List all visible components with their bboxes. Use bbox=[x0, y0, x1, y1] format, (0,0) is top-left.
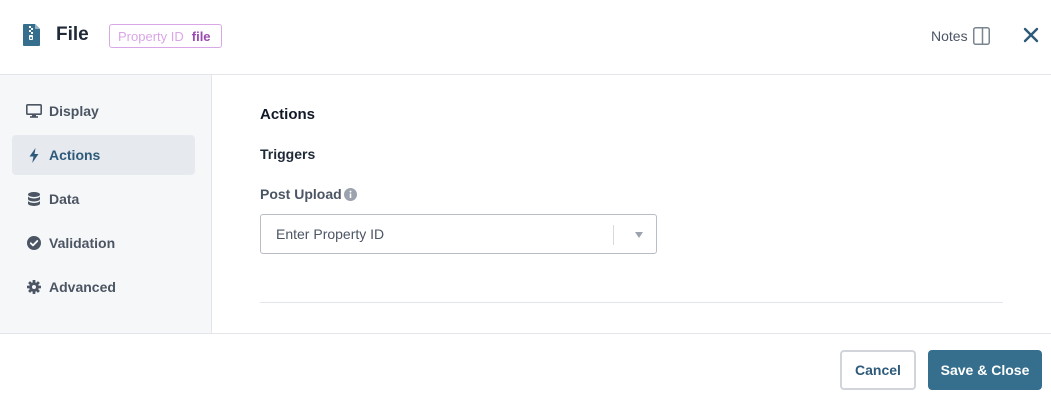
sidebar-item-data[interactable]: Data bbox=[12, 179, 195, 219]
section-divider bbox=[260, 302, 1003, 303]
chevron-down-icon[interactable] bbox=[635, 232, 643, 238]
info-icon[interactable] bbox=[344, 188, 357, 201]
database-icon bbox=[26, 191, 42, 207]
sidebar-item-actions[interactable]: Actions bbox=[12, 135, 195, 175]
check-circle-icon bbox=[26, 235, 42, 251]
sidebar-item-validation[interactable]: Validation bbox=[12, 223, 195, 263]
post-upload-label: Post Upload bbox=[260, 186, 342, 202]
gear-icon bbox=[26, 279, 42, 295]
sidebar-item-advanced[interactable]: Advanced bbox=[12, 267, 195, 307]
save-and-close-button[interactable]: Save & Close bbox=[928, 350, 1042, 390]
monitor-icon bbox=[26, 103, 42, 119]
subsection-title: Triggers bbox=[260, 146, 316, 162]
sidebar-item-label: Data bbox=[49, 191, 80, 207]
lightning-icon bbox=[26, 147, 42, 163]
section-title: Actions bbox=[260, 106, 316, 123]
panel-toggle-icon[interactable] bbox=[973, 27, 990, 45]
sidebar-item-display[interactable]: Display bbox=[12, 91, 195, 131]
close-icon[interactable] bbox=[1023, 27, 1039, 43]
post-upload-select[interactable]: Enter Property ID bbox=[260, 214, 657, 254]
select-placeholder: Enter Property ID bbox=[276, 226, 385, 242]
property-id-value: file bbox=[191, 28, 211, 44]
actions-panel: Actions Triggers Post Upload Enter Prope… bbox=[212, 75, 1051, 333]
sidebar-item-label: Validation bbox=[49, 235, 116, 251]
sidebar-item-label: Advanced bbox=[49, 279, 116, 295]
property-id-badge: Property ID file bbox=[109, 24, 222, 48]
sidebar-item-label: Actions bbox=[49, 147, 101, 163]
cancel-button[interactable]: Cancel bbox=[840, 350, 916, 390]
settings-sidebar: Display Actions Data Validation Advanced bbox=[0, 75, 212, 333]
modal-title: File bbox=[56, 24, 89, 45]
select-separator bbox=[613, 225, 614, 245]
property-id-label: Property ID bbox=[118, 28, 184, 44]
modal-header: File Property ID file Notes bbox=[0, 0, 1051, 75]
modal-footer: Cancel Save & Close bbox=[0, 333, 1051, 401]
file-zip-icon bbox=[23, 24, 40, 46]
notes-label[interactable]: Notes bbox=[931, 28, 968, 44]
sidebar-item-label: Display bbox=[49, 103, 99, 119]
